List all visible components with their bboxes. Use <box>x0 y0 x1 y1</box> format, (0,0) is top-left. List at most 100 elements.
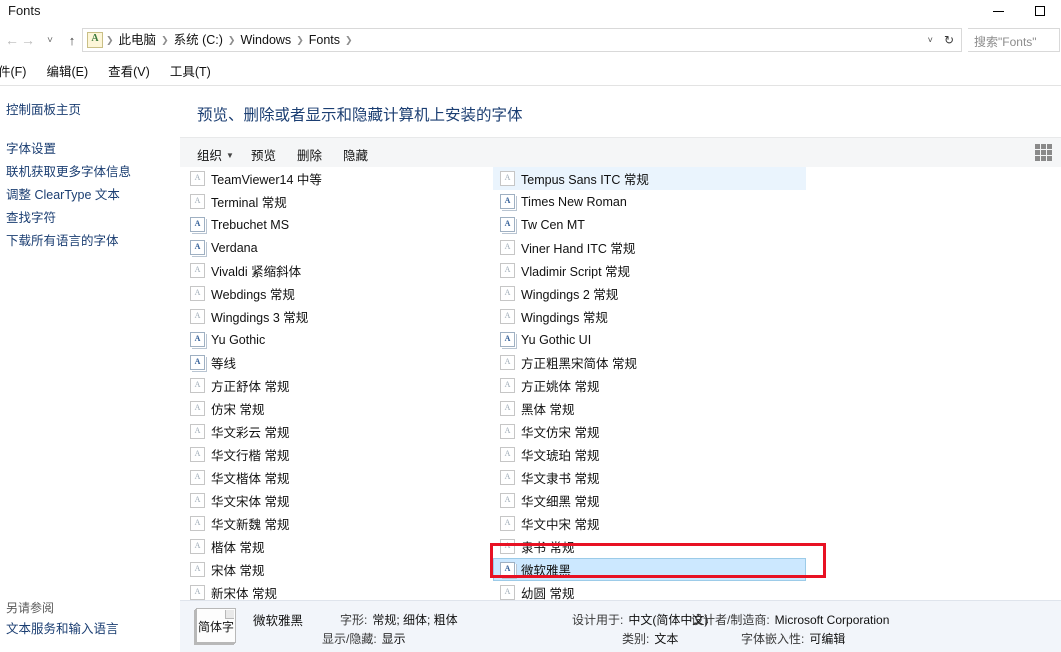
font-list-item-label: 华文仿宋 常规 <box>521 426 600 440</box>
font-list-item-label: Tw Cen MT <box>521 217 585 232</box>
font-list-item[interactable]: Wingdings 3 常规 <box>183 305 495 328</box>
font-family-icon <box>190 240 205 255</box>
sidebar-item-font-settings[interactable]: 字体设置 <box>6 138 178 161</box>
font-list-item[interactable]: Terminal 常规 <box>183 190 495 213</box>
chevron-down-icon[interactable]: ˅ <box>922 35 939 45</box>
hide-button[interactable]: 隐藏 <box>336 143 375 166</box>
forward-button[interactable]: → <box>18 30 38 50</box>
menu-file[interactable]: 件(F) <box>0 59 36 82</box>
font-list[interactable]: TeamViewer14 中等 Terminal 常规 Trebuchet MS Ve… <box>180 167 1061 612</box>
navigation-pane: 控制面板主页 字体设置 联机获取更多字体信息 调整 ClearType 文本 查… <box>0 88 180 588</box>
font-list-item[interactable]: 华文宋体 常规 <box>183 489 495 512</box>
font-file-icon <box>190 470 205 485</box>
minimize-button[interactable] <box>977 0 1019 22</box>
font-list-item[interactable]: 仿宋 常规 <box>183 397 495 420</box>
font-list-item-label: Terminal 常规 <box>211 196 287 210</box>
breadcrumb-fonts[interactable]: Fonts <box>305 29 344 51</box>
font-file-icon <box>190 447 205 462</box>
font-list-item-label: Wingdings 2 常规 <box>521 288 619 302</box>
font-list-item-label: 等线 <box>211 357 237 371</box>
font-file-icon <box>500 585 515 600</box>
recent-locations-button[interactable]: ˅ <box>40 30 60 50</box>
font-list-item-label: 华文琥珀 常规 <box>521 449 600 463</box>
font-list-item[interactable]: TeamViewer14 中等 <box>183 167 495 190</box>
chevron-down-icon: ▼ <box>226 151 234 160</box>
font-list-item[interactable]: Times New Roman <box>493 190 806 213</box>
menu-view[interactable]: 查看(V) <box>98 59 160 82</box>
font-list-item[interactable]: 华文琥珀 常规 <box>493 443 806 466</box>
delete-button[interactable]: 删除 <box>290 143 329 166</box>
organize-button[interactable]: 组织 ▼ <box>190 143 241 166</box>
minimize-icon <box>992 10 1004 12</box>
font-list-item-label: 华文细黑 常规 <box>521 495 600 509</box>
font-list-item[interactable]: 华文新魏 常规 <box>183 512 495 535</box>
font-list-item[interactable]: Vivaldi 紧缩斜体 <box>183 259 495 282</box>
breadcrumb-system-c[interactable]: 系统 (C:) <box>170 29 227 51</box>
font-list-item-label: Wingdings 3 常规 <box>211 311 309 325</box>
grid-view-icon[interactable] <box>1035 144 1052 161</box>
font-file-icon <box>500 378 515 393</box>
font-list-item[interactable]: Trebuchet MS <box>183 213 495 236</box>
breadcrumb-this-pc[interactable]: 此电脑 <box>115 29 161 51</box>
sidebar-item-control-panel-home[interactable]: 控制面板主页 <box>6 99 81 118</box>
menu-bar: 件(F) 编辑(E) 查看(V) 工具(T) <box>0 60 1061 81</box>
font-list-item-label: Wingdings 常规 <box>521 311 608 325</box>
details-field-designed-for: 设计用于: 中文(简体中文) <box>572 611 708 628</box>
sidebar-item-download-all-language-fonts[interactable]: 下载所有语言的字体 <box>6 230 178 253</box>
font-list-item[interactable]: Wingdings 常规 <box>493 305 806 328</box>
font-list-item[interactable]: 宋体 常规 <box>183 558 495 581</box>
font-list-item[interactable]: Viner Hand ITC 常规 <box>493 236 806 259</box>
font-file-icon <box>500 355 515 370</box>
font-file-icon <box>190 286 205 301</box>
font-list-item[interactable]: 方正姚体 常规 <box>493 374 806 397</box>
font-list-item[interactable]: 华文中宋 常规 <box>493 512 806 535</box>
font-list-item[interactable]: Webdings 常规 <box>183 282 495 305</box>
font-list-item[interactable]: 华文细黑 常规 <box>493 489 806 512</box>
font-list-item[interactable]: 等线 <box>183 351 495 374</box>
breadcrumb-windows[interactable]: Windows <box>236 29 295 51</box>
font-file-icon <box>500 401 515 416</box>
font-list-item[interactable]: Verdana <box>183 236 495 259</box>
details-value: 可编辑 <box>809 632 846 646</box>
font-list-item[interactable]: 华文仿宋 常规 <box>493 420 806 443</box>
font-list-item[interactable]: Wingdings 2 常规 <box>493 282 806 305</box>
font-list-item[interactable]: 华文楷体 常规 <box>183 466 495 489</box>
address-bar-actions: ˅ ↻ <box>922 33 961 47</box>
up-button[interactable]: ↑ <box>62 30 82 50</box>
font-list-item[interactable]: 隶书 常规 <box>493 535 806 558</box>
details-key: 字体嵌入性: <box>741 632 805 646</box>
font-list-item[interactable]: 楷体 常规 <box>183 535 495 558</box>
font-list-item[interactable]: 黑体 常规 <box>493 397 806 420</box>
font-list-item[interactable]: 微软雅黑 <box>493 558 806 581</box>
font-file-icon <box>190 171 205 186</box>
font-list-item[interactable]: Tempus Sans ITC 常规 <box>493 167 806 190</box>
breadcrumb-separator: ❯ <box>161 35 169 45</box>
font-list-item-label: Webdings 常规 <box>211 288 295 302</box>
font-file-icon <box>190 493 205 508</box>
font-file-icon <box>190 516 205 531</box>
font-list-item[interactable]: 华文隶书 常规 <box>493 466 806 489</box>
font-list-item[interactable]: 方正粗黑宋简体 常规 <box>493 351 806 374</box>
sidebar-item-get-more-font-info[interactable]: 联机获取更多字体信息 <box>6 161 178 184</box>
font-list-item[interactable]: 华文行楷 常规 <box>183 443 495 466</box>
refresh-icon[interactable]: ↻ <box>939 33 959 47</box>
content-pane: 预览、删除或者显示和隐藏计算机上安装的字体 组织▼ 预览 删除 隐藏 TeamV… <box>180 88 1061 651</box>
menu-edit[interactable]: 编辑(E) <box>36 59 98 82</box>
address-bar[interactable]: A ❯ 此电脑 ❯ 系统 (C:) ❯ Windows ❯ Fonts ❯ ˅ … <box>82 28 962 52</box>
maximize-button[interactable] <box>1019 0 1061 22</box>
font-list-item[interactable]: Vladimir Script 常规 <box>493 259 806 282</box>
preview-button[interactable]: 预览 <box>244 143 283 166</box>
font-list-item[interactable]: Yu Gothic UI <box>493 328 806 351</box>
font-list-item[interactable]: Yu Gothic <box>183 328 495 351</box>
organize-label: 组织 <box>197 149 223 163</box>
menu-tools[interactable]: 工具(T) <box>160 59 221 82</box>
font-list-item[interactable]: Tw Cen MT <box>493 213 806 236</box>
sidebar-item-find-character[interactable]: 查找字符 <box>6 207 178 230</box>
see-also-item-text-services[interactable]: 文本服务和输入语言 <box>6 618 180 640</box>
font-list-left-column: TeamViewer14 中等 Terminal 常规 Trebuchet MS Ve… <box>183 167 495 604</box>
font-list-item[interactable]: 方正舒体 常规 <box>183 374 495 397</box>
sidebar-item-adjust-cleartype[interactable]: 调整 ClearType 文本 <box>6 184 178 207</box>
font-list-item[interactable]: 华文彩云 常规 <box>183 420 495 443</box>
font-list-item-label: TeamViewer14 中等 <box>211 173 322 187</box>
search-input[interactable]: 搜索"Fonts" <box>968 28 1060 52</box>
